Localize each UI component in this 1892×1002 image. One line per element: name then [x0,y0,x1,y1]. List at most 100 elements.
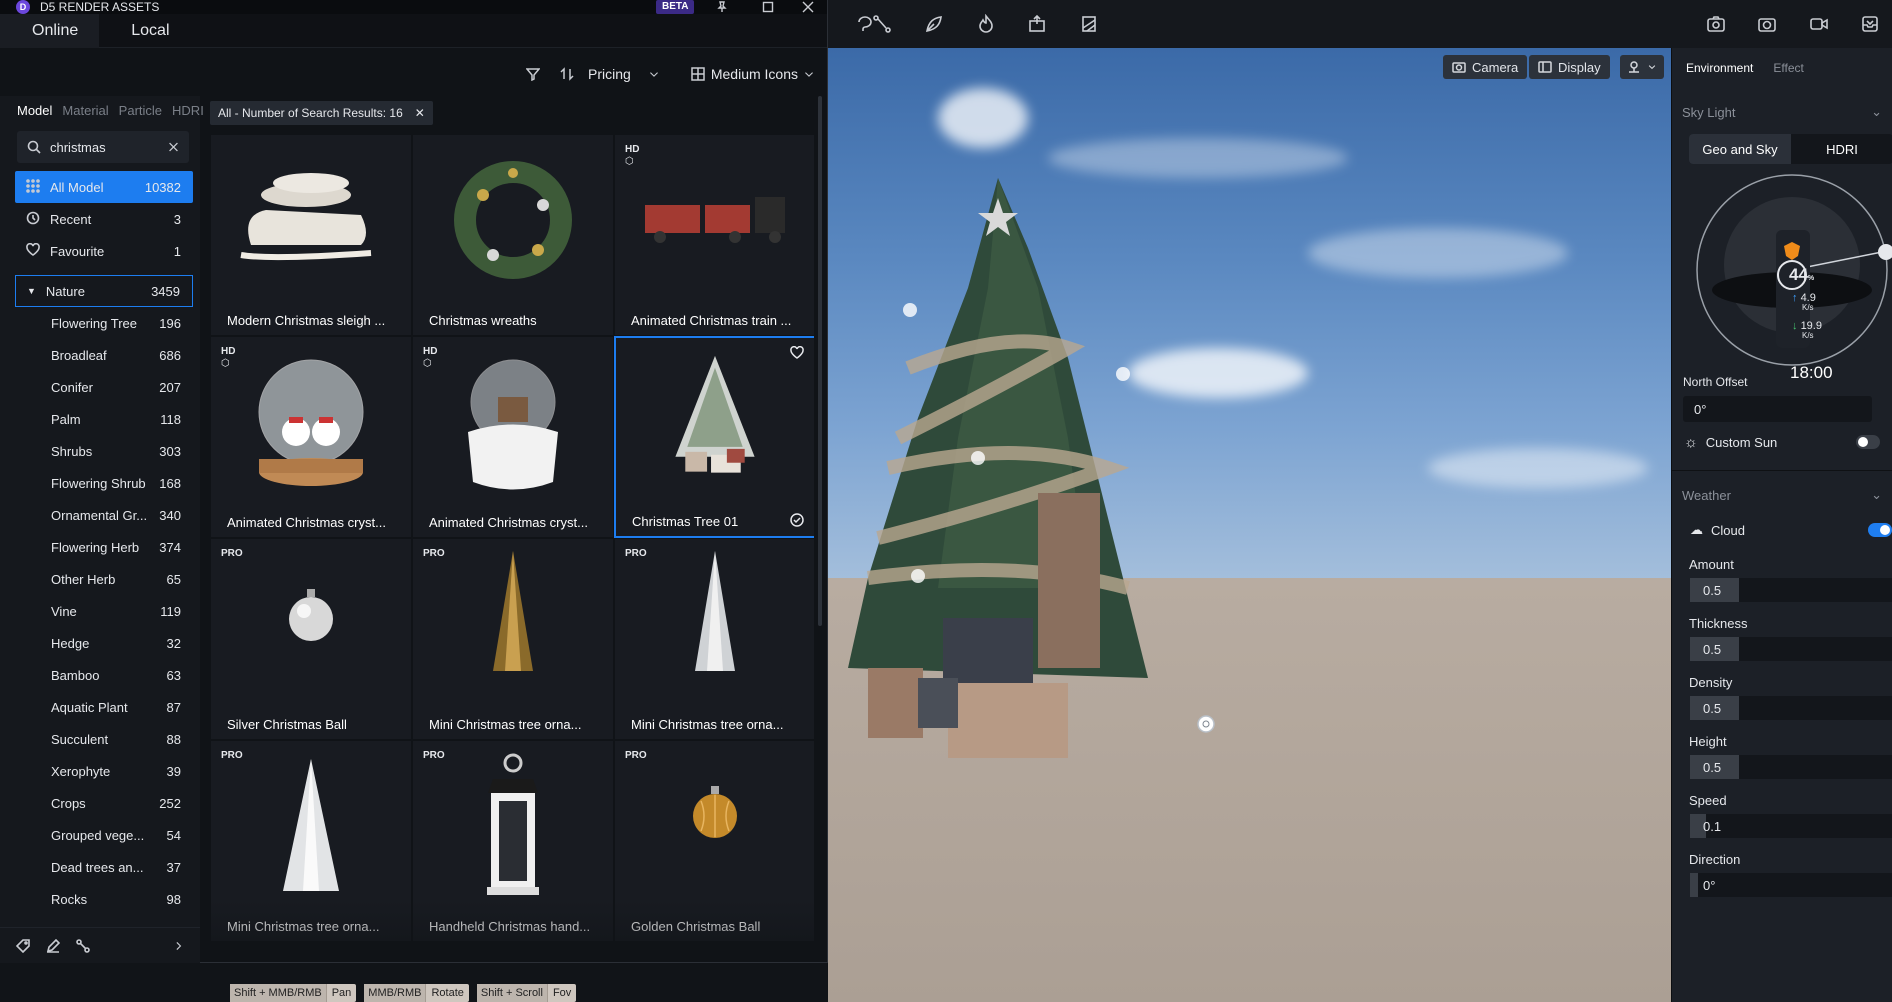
screenshot-icon[interactable] [1702,10,1730,38]
tab-particle[interactable]: Particle [119,103,162,118]
subcategory-item[interactable]: Other Herb 65 [15,563,193,595]
import-tool-icon[interactable] [1023,10,1051,38]
render-mode-button[interactable] [1620,55,1664,79]
subcategory-item[interactable]: Palm 118 [15,403,193,435]
subcategory-item[interactable]: Flowering Herb 374 [15,531,193,563]
clear-icon[interactable] [168,140,179,154]
subcategory-item[interactable]: Xerophyte 39 [15,755,193,787]
christmas-tree-model[interactable] [848,138,1228,758]
category-all-model[interactable]: All Model 10382 [15,171,193,203]
subcategory-count: 39 [166,763,181,779]
param-slider[interactable]: 0.1 [1690,814,1892,838]
subcategory-item[interactable]: Flowering Shrub 168 [15,467,193,499]
view-mode-dropdown[interactable]: Medium Icons [691,66,814,82]
window-titlebar[interactable]: D D5 RENDER ASSETS BETA [0,0,827,14]
subcategory-item[interactable]: Vine 119 [15,595,193,627]
inbox-icon[interactable] [1856,10,1884,38]
edit-icon[interactable] [46,938,60,953]
param-slider[interactable]: 0° [1690,873,1892,897]
subcategory-count: 340 [159,507,181,523]
search-box[interactable]: christmas [17,131,189,163]
search-input[interactable]: christmas [50,140,168,155]
plant-tool-icon[interactable] [920,10,948,38]
sun-dial[interactable]: 44% ↑ 4.9 K/s ↓ 19.9 K/s 18:00 [1672,164,1892,389]
subcategory-item[interactable]: Aquatic Plant 87 [15,691,193,723]
subcategory-item[interactable]: Broadleaf 686 [15,339,193,371]
tab-online[interactable]: Online [0,13,100,48]
subcategory-item[interactable]: Ornamental Gr... 340 [15,499,193,531]
slider-value: 0.5 [1703,582,1722,598]
pin-icon[interactable] [716,1,728,13]
subcategory-item[interactable]: Crops 252 [15,787,193,819]
asset-card[interactable]: HD ⬡ Animated Christmas cryst... [412,336,614,538]
asset-name: Animated Christmas cryst... [429,515,588,530]
subcategory-item[interactable]: Dead trees an... 37 [15,851,193,883]
chevron-right-icon[interactable] [174,939,184,953]
geo-sky-option[interactable]: Geo and Sky [1689,134,1791,164]
camera-capture-icon[interactable] [1753,10,1781,38]
results-scrollbar[interactable] [818,96,822,626]
subcategory-count: 686 [159,347,181,363]
asset-card[interactable]: PRO Silver Christmas Ball [210,538,412,740]
subcategory-item[interactable]: Conifer 207 [15,371,193,403]
close-icon[interactable]: ✕ [415,106,425,120]
display-button[interactable]: Display [1529,55,1610,79]
asset-name: Silver Christmas Ball [227,717,347,732]
check-circle-icon[interactable] [790,513,804,527]
sky-mode-toggle: Geo and Sky HDRI [1689,134,1892,164]
subcategory-item[interactable]: Shrubs 303 [15,435,193,467]
param-slider[interactable]: 0.5 [1690,696,1892,720]
filter-icon[interactable] [526,67,541,81]
path-icon[interactable] [76,938,90,953]
subcategory-item[interactable]: Succulent 88 [15,723,193,755]
weather-header[interactable]: Weather ⌄ [1672,483,1892,507]
asset-card[interactable]: HD ⬡ Animated Christmas cryst... [210,336,412,538]
param-slider[interactable]: 0.5 [1690,637,1892,661]
pricing-dropdown[interactable]: Pricing [588,66,659,82]
subcategory-item[interactable]: Grouped vege... 54 [15,819,193,851]
subcategory-item[interactable]: Flowering Tree 196 [15,307,193,339]
light-gizmo-icon[interactable] [1196,714,1216,734]
hdri-option[interactable]: HDRI [1791,134,1892,164]
subcategory-count: 118 [160,411,181,427]
tab-effect[interactable]: Effect [1773,61,1803,75]
maximize-icon[interactable] [762,1,774,13]
north-offset-input[interactable]: 0° [1683,396,1872,422]
asset-card[interactable]: Modern Christmas sleigh ... [210,134,412,336]
asset-type-tabs: Model Material Particle HDRI [0,96,204,124]
param-slider[interactable]: 0.5 [1690,755,1892,779]
sky-light-header[interactable]: Sky Light ⌄ [1672,100,1892,124]
asset-card[interactable]: Christmas wreaths [412,134,614,336]
heart-icon[interactable] [790,345,804,360]
custom-sun-toggle[interactable] [1856,435,1880,449]
category-favourite[interactable]: Favourite 1 [15,235,193,267]
subcategory-item[interactable]: Bamboo 63 [15,659,193,691]
sort-icon[interactable] [560,67,574,81]
camera-button[interactable]: Camera [1443,55,1528,79]
render-viewport[interactable]: Camera Display [828,48,1671,1002]
asset-card[interactable]: PRO Mini Christmas tree orna... [614,538,814,740]
asset-card[interactable]: PRO Mini Christmas tree orna... [412,538,614,740]
tab-model[interactable]: Model [17,103,52,118]
tab-local[interactable]: Local [99,14,190,48]
cloud-toggle[interactable] [1868,523,1892,537]
tab-material[interactable]: Material [62,103,108,118]
category-recent[interactable]: Recent 3 [15,203,193,235]
path-tool-icon[interactable] [868,10,896,38]
tab-hdri[interactable]: HDRI [172,103,204,118]
heart-icon [26,242,40,260]
subcategory-item[interactable]: Rocks 98 [15,883,193,915]
close-icon[interactable] [802,1,814,13]
param-slider[interactable]: 0.5 [1690,578,1892,602]
chevron-down-icon [805,72,813,77]
subcategory-item[interactable]: Hedge 32 [15,627,193,659]
tag-icon[interactable] [16,938,30,953]
particle-tool-icon[interactable] [972,10,1000,38]
subcategory-label: Hedge [51,635,90,651]
asset-card[interactable]: Christmas Tree 01 [614,336,814,538]
category-nature[interactable]: ▼ Nature 3459 [15,275,193,307]
tab-environment[interactable]: Environment [1686,61,1753,75]
video-icon[interactable] [1805,10,1833,38]
asset-card[interactable]: HD ⬡ Animated Christmas train ... [614,134,814,336]
cut-tool-icon[interactable] [1075,10,1103,38]
